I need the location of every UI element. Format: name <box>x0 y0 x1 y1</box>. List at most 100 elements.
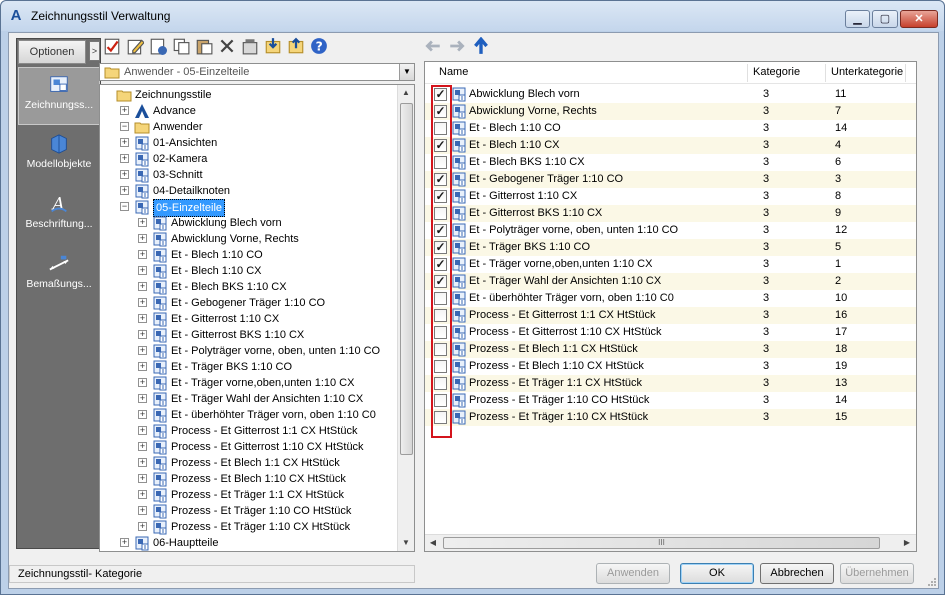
list-item[interactable]: Process - Et Gitterrost 1:10 CX HtStück 3… <box>425 324 916 341</box>
purge-icon[interactable] <box>241 37 259 55</box>
tree-node[interactable]: +02-Kamera <box>100 151 396 167</box>
expand-icon[interactable]: + <box>120 154 129 163</box>
expand-icon[interactable]: + <box>138 298 147 307</box>
tree-node[interactable]: + Process - Et Gitterrost 1:10 CX HtStück <box>100 439 396 455</box>
list-item[interactable]: ✓ Et - Blech 1:10 CX 3 4 <box>425 137 916 154</box>
back-arrow-icon[interactable] <box>424 37 442 55</box>
maximize-button[interactable]: ▢ <box>872 10 898 28</box>
row-checkbox[interactable]: ✓ <box>434 105 447 118</box>
column-divider[interactable] <box>825 64 826 82</box>
copy-icon[interactable] <box>172 37 190 55</box>
tree-node[interactable]: + Et - Gebogener Träger 1:10 CO <box>100 295 396 311</box>
list-item[interactable]: Prozess - Et Träger 1:1 CX HtStück 3 13 <box>425 375 916 392</box>
list-item[interactable]: Et - überhöhter Träger vorn, oben 1:10 C… <box>425 290 916 307</box>
title-bar[interactable]: A Zeichnungsstil Verwaltung ▁ ▢ ✕ <box>1 1 944 31</box>
row-checkbox[interactable]: ✓ <box>434 241 447 254</box>
collapse-sidebar-button[interactable]: > <box>89 41 100 61</box>
list-item[interactable]: Prozess - Et Blech 1:10 CX HtStück 3 19 <box>425 358 916 375</box>
tree-node[interactable]: +04-Detailknoten <box>100 183 396 199</box>
list-item[interactable]: Et - Blech 1:10 CO 3 14 <box>425 120 916 137</box>
list-item[interactable]: ✓ Et - Träger vorne,oben,unten 1:10 CX 3 1 <box>425 256 916 273</box>
expand-icon[interactable]: + <box>138 394 147 403</box>
expand-icon[interactable]: + <box>138 410 147 419</box>
import-icon[interactable] <box>264 37 282 55</box>
expand-icon[interactable]: + <box>138 218 147 227</box>
expand-icon[interactable]: + <box>120 106 129 115</box>
row-checkbox[interactable] <box>434 122 447 135</box>
tree-node[interactable]: +06-Hauptteile <box>100 535 396 551</box>
expand-icon[interactable]: + <box>120 170 129 179</box>
expand-icon[interactable]: + <box>138 250 147 259</box>
style-path-combobox[interactable]: Anwender - 05-Einzelteile ▼ <box>99 63 415 81</box>
column-header-name[interactable]: Name <box>439 66 468 78</box>
expand-icon[interactable]: + <box>138 362 147 371</box>
tree-node[interactable]: + Prozess - Et Träger 1:1 CX HtStück <box>100 487 396 503</box>
list-item[interactable]: ✓ Et - Träger Wahl der Ansichten 1:10 CX 3… <box>425 273 916 290</box>
column-header-kategorie[interactable]: Kategorie <box>753 66 800 78</box>
expand-icon[interactable]: + <box>138 458 147 467</box>
row-checkbox[interactable] <box>434 207 447 220</box>
list-item[interactable]: Et - Gitterrost BKS 1:10 CX 3 9 <box>425 205 916 222</box>
tree-node[interactable]: −05-Einzelteile <box>100 199 396 217</box>
tree-node[interactable]: + Et - Gitterrost 1:10 CX <box>100 311 396 327</box>
minimize-button[interactable]: ▁ <box>845 10 870 28</box>
collapse-icon[interactable]: − <box>120 122 129 131</box>
column-divider[interactable] <box>905 64 906 82</box>
app-icon[interactable]: A <box>8 8 24 24</box>
sidebar-item-dimension[interactable]: Bemaßungs... <box>18 247 100 305</box>
help-icon[interactable]: ? <box>310 37 328 55</box>
expand-icon[interactable]: + <box>138 522 147 531</box>
tree-node[interactable]: + Prozess - Et Blech 1:1 CX HtStück <box>100 455 396 471</box>
list-item[interactable]: Prozess - Et Träger 1:10 CO HtStück 3 14 <box>425 392 916 409</box>
row-checkbox[interactable]: ✓ <box>434 258 447 271</box>
list-horizontal-scrollbar[interactable]: ◀ III ▶ <box>425 534 916 551</box>
expand-icon[interactable]: + <box>138 314 147 323</box>
expand-icon[interactable]: + <box>138 282 147 291</box>
tree-node[interactable]: + Prozess - Et Träger 1:10 CO HtStück <box>100 503 396 519</box>
list-item[interactable]: Process - Et Gitterrost 1:1 CX HtStück 3 1… <box>425 307 916 324</box>
scroll-down-icon[interactable]: ▼ <box>398 535 414 551</box>
scroll-up-icon[interactable]: ▲ <box>398 85 414 101</box>
collapse-icon[interactable]: − <box>120 202 129 211</box>
list-item[interactable]: ✓ Et - Gebogener Träger 1:10 CO 3 3 <box>425 171 916 188</box>
delete-icon[interactable] <box>218 37 236 55</box>
expand-icon[interactable]: + <box>138 426 147 435</box>
row-checkbox[interactable] <box>434 411 447 424</box>
list-item[interactable]: ✓ Et - Träger BKS 1:10 CO 3 5 <box>425 239 916 256</box>
tree-node[interactable]: + Abwicklung Blech vorn <box>100 215 396 231</box>
row-checkbox[interactable] <box>434 309 447 322</box>
tree-node[interactable]: + Et - Gitterrost BKS 1:10 CX <box>100 327 396 343</box>
column-divider[interactable] <box>747 64 748 82</box>
tree-node[interactable]: + Et - Träger BKS 1:10 CO <box>100 359 396 375</box>
list-item[interactable]: ✓ Et - Polyträger vorne, oben, unten 1:10… <box>425 222 916 239</box>
row-checkbox[interactable] <box>434 156 447 169</box>
column-header-unterkategorie[interactable]: Unterkategorie <box>831 66 903 78</box>
row-checkbox[interactable]: ✓ <box>434 190 447 203</box>
row-checkbox[interactable] <box>434 377 447 390</box>
up-arrow-icon[interactable] <box>472 37 490 55</box>
tree-node[interactable]: + Abwicklung Vorne, Rechts <box>100 231 396 247</box>
tree-node[interactable]: + Et - überhöhter Träger vorn, oben 1:10 … <box>100 407 396 423</box>
options-button[interactable]: Optionen <box>18 40 86 64</box>
list-item[interactable]: ✓ Abwicklung Vorne, Rechts 3 7 <box>425 103 916 120</box>
tree-node[interactable]: − Anwender <box>100 119 396 135</box>
list-item[interactable]: ✓ Et - Gitterrost 1:10 CX 3 8 <box>425 188 916 205</box>
scroll-right-icon[interactable]: ▶ <box>899 535 915 551</box>
list-item[interactable]: ✓ Abwicklung Blech vorn 3 11 <box>425 86 916 103</box>
new-style-icon[interactable] <box>149 37 167 55</box>
tree-node[interactable]: + Et - Polyträger vorne, oben, unten 1:10… <box>100 343 396 359</box>
scroll-left-icon[interactable]: ◀ <box>425 535 441 551</box>
expand-icon[interactable]: + <box>138 506 147 515</box>
sidebar-item-annotation[interactable]: A Beschriftung... <box>18 187 100 245</box>
expand-icon[interactable]: + <box>120 538 129 547</box>
row-checkbox[interactable]: ✓ <box>434 139 447 152</box>
tree-node[interactable]: +03-Schnitt <box>100 167 396 183</box>
sidebar-item-model-objects[interactable]: Modellobjekte <box>18 127 100 185</box>
close-button[interactable]: ✕ <box>900 10 938 28</box>
tree-node[interactable]: + Et - Träger vorne,oben,unten 1:10 CX <box>100 375 396 391</box>
expand-icon[interactable]: + <box>138 266 147 275</box>
row-checkbox[interactable] <box>434 326 447 339</box>
row-checkbox[interactable]: ✓ <box>434 173 447 186</box>
row-checkbox[interactable] <box>434 360 447 373</box>
sidebar-item-drawing-style[interactable]: Zeichnungss... <box>18 67 100 125</box>
